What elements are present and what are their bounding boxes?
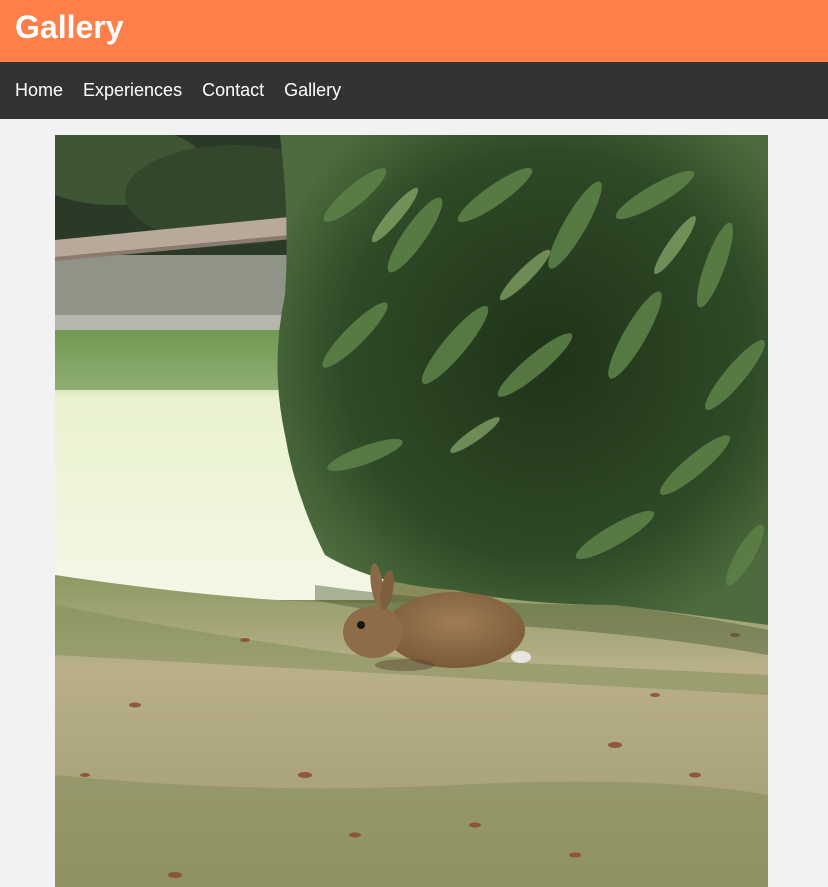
nav-item-experiences[interactable]: Experiences xyxy=(83,80,182,100)
nav-item-home[interactable]: Home xyxy=(15,80,63,100)
rabbit-photo-illustration xyxy=(55,135,768,887)
nav-item-contact[interactable]: Contact xyxy=(202,80,264,100)
rabbit-photo xyxy=(55,135,768,887)
main-nav: Home Experiences Contact Gallery xyxy=(0,62,828,119)
site-header: Gallery xyxy=(0,0,828,62)
nav-list: Home Experiences Contact Gallery xyxy=(15,80,361,101)
page-title: Gallery xyxy=(15,9,124,45)
nav-item-gallery[interactable]: Gallery xyxy=(284,80,341,100)
